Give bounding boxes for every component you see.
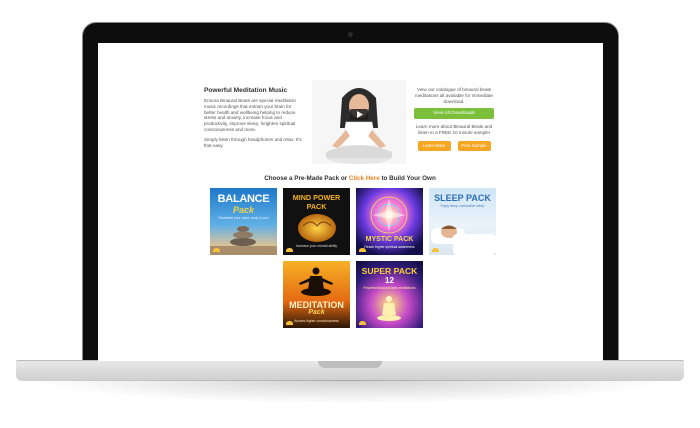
laptop-notch [318, 361, 382, 368]
screen: Powerful Meditation Music Ennora Binaura… [98, 43, 603, 361]
ennora-logo-icon [432, 248, 439, 252]
learn-more-button[interactable]: Learn More [417, 140, 451, 151]
pack-title: MIND POWER [292, 193, 341, 202]
intro-title: Powerful Meditation Music [204, 87, 288, 94]
pack-subtitle: Increase your mental ability [295, 244, 338, 248]
pack-title-2: 12 [385, 276, 394, 285]
pack-tile-meditation[interactable]: MEDITATION Pack Access higher consciousn… [283, 261, 350, 328]
intro-paragraph: Ennora Binaural Beats are special medita… [204, 98, 296, 132]
pack-title: MYSTIC PACK [365, 236, 414, 243]
pack-title: SUPER PACK [361, 266, 418, 276]
download-panel: View our catalogue of binaural beats med… [412, 87, 496, 151]
pack-title: SLEEP PACK [434, 193, 491, 203]
pack-title: BALANCE [217, 193, 270, 205]
ennora-logo-icon [359, 248, 366, 252]
pack-title-2: Pack [232, 205, 255, 215]
pack-tile-mystic[interactable]: MYSTIC PACK Reach higher spiritual aware… [356, 188, 423, 255]
pack-tile-balance[interactable]: BALANCE Pack Revitalize your mind, body … [210, 188, 277, 255]
pack-title-2: Pack [308, 309, 325, 316]
cta-button-row: Learn More Free Sample [412, 140, 496, 151]
glowing-figure-image [377, 296, 401, 321]
intro-section: Powerful Meditation Music Ennora Binaura… [204, 87, 304, 152]
ennora-logo-icon [359, 321, 366, 325]
packs-heading: Choose a Pre-Made Pack or Click Here to … [204, 175, 496, 182]
laptop-base [16, 360, 684, 381]
pack-tile-sleep[interactable]: SLEEP PACK Enjoy deep, restorative sleep [429, 188, 496, 255]
packs-heading-suffix: to Build Your Own [381, 175, 436, 182]
meditation-woman-image [312, 80, 406, 164]
stacked-stones-image [210, 226, 277, 255]
pack-tile-mind-power[interactable]: MIND POWER PACK Increase your mental abi… [283, 188, 350, 255]
catalogue-text: View our catalogue of binaural beats med… [415, 87, 493, 104]
pack-subtitle: Access higher consciousness [294, 319, 339, 323]
sleeping-woman-image [431, 225, 496, 255]
laptop-frame: Powerful Meditation Music Ennora Binaura… [0, 0, 700, 428]
ennora-logo-icon [286, 248, 293, 252]
video-player[interactable] [312, 80, 406, 164]
free-sample-button[interactable]: Free Sample [457, 140, 491, 151]
pack-subtitle: Powerful binaural beat meditations [363, 286, 416, 290]
pack-tile-super[interactable]: SUPER PACK 12 Powerful binaural beat med… [356, 261, 423, 328]
meditating-silhouette-image [299, 267, 333, 296]
learn-more-text: Learn more about Binaural Beats and list… [415, 124, 493, 136]
ennora-logo-icon [286, 321, 293, 325]
intro-paragraph-2: Simply listen through headphones and rel… [204, 136, 302, 148]
webcam-icon [348, 32, 353, 37]
pack-subtitle: Reach higher spiritual awareness [364, 245, 415, 249]
ennora-logo-icon [213, 248, 220, 252]
packs-heading-prefix: Choose a Pre-Made Pack or [264, 175, 348, 182]
pack-subtitle: Revitalize your mind, body & soul [218, 216, 269, 220]
pack-subtitle: Enjoy deep, restorative sleep [440, 204, 485, 208]
view-all-downloads-button[interactable]: View All Downloads [414, 108, 494, 120]
laptop-shadow [30, 380, 670, 404]
build-your-own-link[interactable]: Click Here [349, 175, 380, 182]
